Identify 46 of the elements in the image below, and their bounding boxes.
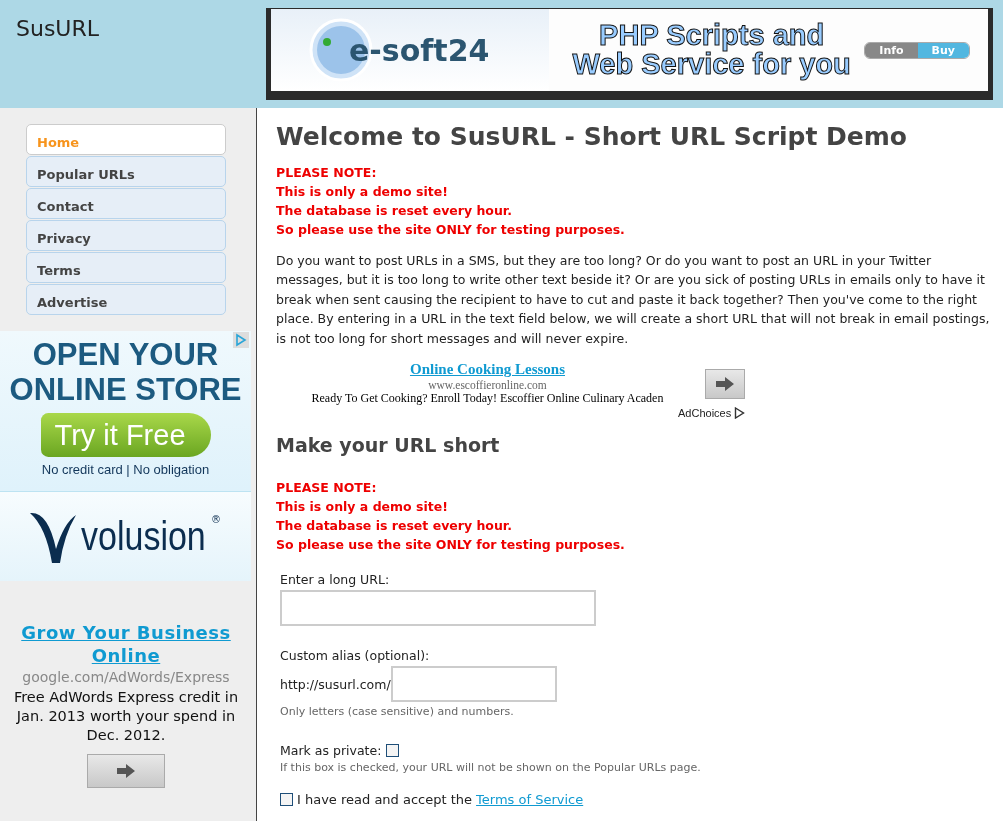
section-title: Make your URL short xyxy=(276,434,501,457)
site-title[interactable]: SusURL xyxy=(0,0,266,44)
notice-text: This is only a demo site! xyxy=(276,183,449,201)
arrow-button[interactable] xyxy=(87,754,165,788)
notice-text: So please use the site ONLY for testing purposes. xyxy=(276,536,626,555)
page-title: Welcome to SusURL - Short URL Script Demo xyxy=(276,122,909,151)
arrow-icon xyxy=(117,764,135,778)
private-checkbox[interactable] xyxy=(386,744,400,758)
ad-url: www.escoffieronline.com xyxy=(427,379,548,392)
nav-item[interactable]: Terms xyxy=(26,252,226,283)
notice-text: PLEASE NOTE: xyxy=(276,479,378,498)
field-label: Mark as private: xyxy=(280,743,382,759)
arrow-icon xyxy=(716,377,735,392)
field-label: Enter a long URL: xyxy=(280,572,391,588)
notice-text: So please use the site ONLY for testing purposes. xyxy=(276,221,626,239)
notice-text: The database is reset every hour. xyxy=(276,517,513,536)
registered-mark: ® xyxy=(210,514,221,525)
url-input-field[interactable] xyxy=(280,590,596,627)
field-label: Custom alias (optional): xyxy=(280,648,431,664)
arrow-button[interactable] xyxy=(705,369,746,400)
terms-text: I have read and accept the xyxy=(297,792,473,808)
ad-note: No credit card | No obligation xyxy=(40,462,211,477)
url-prefix: http://susurl.com/ xyxy=(280,676,391,692)
ad-text: Ready To Get Cooking? Enroll Today! Escoffier Online Culinary Acaden xyxy=(310,391,665,407)
nav-item[interactable]: Contact xyxy=(26,188,226,219)
notice-text: The database is reset every hour. xyxy=(276,202,513,220)
ad-text: Free AdWords Express credit in Jan. 2013 worth your spend in Dec. 2012. xyxy=(12,688,240,745)
alias-input-field[interactable] xyxy=(390,666,557,703)
adchoices-icon xyxy=(233,332,249,348)
nav-item[interactable]: Popular URLs xyxy=(26,156,226,187)
ad-headline: OPEN YOUR xyxy=(32,337,219,372)
brand-logo-text: volusion xyxy=(81,514,206,559)
notice-text: PLEASE NOTE: xyxy=(276,164,378,182)
ad-url: google.com/AdWords/Express xyxy=(21,669,231,685)
notice-text: This is only a demo site! xyxy=(276,498,449,517)
nav-item[interactable]: Privacy xyxy=(26,220,226,251)
adchoices-icon xyxy=(734,407,746,420)
banner-logo: e-soft24 xyxy=(349,32,490,68)
banner-button[interactable]: Info xyxy=(865,42,918,58)
field-hint: Only letters (case sensitive) and numbers. xyxy=(280,705,515,719)
adchoices-label[interactable]: AdChoices xyxy=(678,407,732,420)
intro-paragraph: Do you want to post URLs in a SMS, but they are too long? Or do you want to post an URL in your Twitter messages, but it is too long to write other text beside it? Or are you sick of posting URLs in emails only to have it break when sent causing the recipient to have to cut and paste it back together? Then you've come to the right place. By entering in a URL in the text field below, we will create a short URL that will not break in email postings, is not too long for short messages and will never expire. xyxy=(276,252,991,348)
nav-item[interactable]: Advertise xyxy=(26,284,226,315)
ad-headline: ONLINE STORE xyxy=(9,372,242,407)
terms-checkbox[interactable] xyxy=(280,793,293,807)
field-hint: If this box is checked, your URL will not be shown on the Popular URLs page. xyxy=(280,761,702,775)
